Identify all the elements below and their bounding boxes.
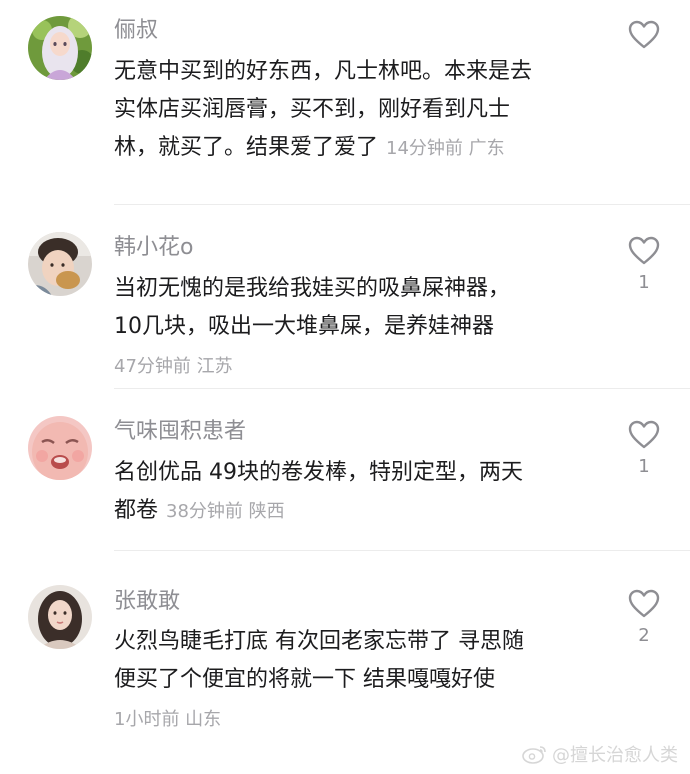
username[interactable]: 俪叔 (114, 20, 158, 42)
comment-meta: 38分钟前 陕西 (166, 501, 285, 522)
username[interactable]: 气味囤积患者 (114, 421, 246, 443)
divider (114, 388, 690, 389)
comment-line: 实体店买润唇膏，买不到，刚好看到凡士 (114, 97, 511, 122)
comment-meta: 14分钟前 广东 (386, 138, 505, 159)
heart-icon (628, 420, 660, 449)
comment-line: 名创优品 49块的卷发棒，特别定型，两天 (114, 460, 523, 485)
avatar[interactable] (28, 416, 92, 480)
comment-line: 当初无愧的是我给我娃买的吸鼻屎神器， (114, 276, 511, 301)
comment-line: 林，就买了。结果爱了爱了 (114, 135, 379, 160)
like-count: 2 (638, 625, 650, 646)
comment-line-with-meta: 都卷 38分钟前 陕西 (114, 492, 614, 531)
like-count: 1 (638, 456, 650, 477)
woman-avatar-icon (28, 585, 92, 649)
comment-text: 当初无愧的是我给我娃买的吸鼻屎神器， 10几块，吸出一大堆鼻屎，是养娃神器 (114, 270, 614, 346)
avatar[interactable] (28, 585, 92, 649)
username[interactable]: 韩小花o (114, 237, 193, 259)
avatar[interactable] (28, 232, 92, 296)
like-button[interactable]: 2 (626, 589, 662, 645)
comment-meta: 47分钟前 江苏 (114, 356, 233, 377)
avatar[interactable] (28, 16, 92, 80)
heart-icon (628, 589, 660, 618)
comment-meta: 1小时前 山东 (114, 709, 222, 730)
heart-icon (628, 236, 660, 265)
like-count: 1 (638, 272, 650, 293)
baby-avatar-icon (28, 232, 92, 296)
like-button[interactable] (626, 20, 662, 58)
heart-icon (628, 20, 660, 49)
comment-line-with-meta: 林，就买了。结果爱了爱了 14分钟前 广东 (114, 129, 614, 168)
comment-text: 火烈鸟睫毛打底 有次回老家忘带了 寻思随 便买了个便宜的将就一下 结果嘎嘎好使 (114, 623, 614, 699)
watermark: @擅长治愈人类 (522, 741, 678, 767)
username[interactable]: 张敢敢 (114, 591, 180, 613)
comment-text: 无意中买到的好东西，凡士林吧。本来是去 实体店买润唇膏，买不到，刚好看到凡士 林… (114, 53, 614, 168)
comment-line: 便买了个便宜的将就一下 结果嘎嘎好使 (114, 667, 495, 692)
like-button[interactable]: 1 (626, 236, 662, 292)
crying-face-avatar-icon (28, 416, 92, 480)
divider (114, 550, 690, 551)
comment-line: 都卷 (114, 498, 159, 523)
girl-avatar-icon (28, 16, 92, 80)
weibo-logo-icon (522, 746, 546, 764)
comment-text: 名创优品 49块的卷发棒，特别定型，两天 都卷 38分钟前 陕西 (114, 454, 614, 531)
divider (114, 204, 690, 205)
comment-line: 火烈鸟睫毛打底 有次回老家忘带了 寻思随 (114, 629, 524, 654)
like-button[interactable]: 1 (626, 420, 662, 476)
comment-line: 无意中买到的好东西，凡士林吧。本来是去 (114, 59, 533, 84)
watermark-text: @擅长治愈人类 (552, 745, 678, 766)
comment-line: 10几块，吸出一大堆鼻屎，是养娃神器 (114, 314, 494, 339)
comment-list: 俪叔 无意中买到的好东西，凡士林吧。本来是去 实体店买润唇膏，买不到，刚好看到凡… (0, 0, 690, 774)
